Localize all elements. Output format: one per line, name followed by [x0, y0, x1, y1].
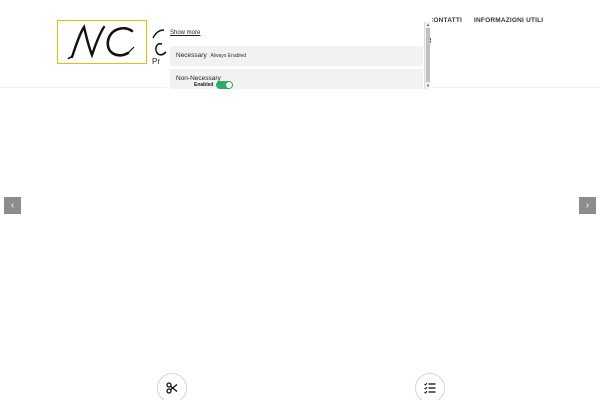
toggle-label: Enabled: [194, 82, 214, 88]
cookie-category-necessary[interactable]: Necessary Always Enabled: [170, 46, 423, 66]
feature-circle-checklist: [415, 373, 445, 400]
feature-circle-scissors: [157, 373, 187, 400]
checklist-icon: [424, 382, 436, 394]
slider-next-button[interactable]: ›: [579, 197, 596, 214]
show-more-link[interactable]: Show more: [170, 30, 200, 36]
category-title: Necessary Always Enabled: [176, 52, 246, 59]
scroll-down-icon[interactable]: ▼: [425, 83, 431, 89]
chevron-right-icon: ›: [585, 200, 590, 211]
cookie-category-non-necessary[interactable]: Non-Necessary Enabled: [170, 69, 423, 89]
scroll-thumb[interactable]: [426, 28, 430, 82]
page: Pr CONTATTI INFORMAZIONI UTILI ✕ Show mo…: [0, 0, 600, 400]
non-necessary-toggle[interactable]: [216, 81, 234, 89]
slider-prev-button[interactable]: ‹: [4, 197, 21, 214]
main-nav: CONTATTI INFORMAZIONI UTILI: [430, 17, 543, 27]
popup-scrollbar[interactable]: ▲ ▼: [424, 22, 430, 89]
monogram-logo-icon: [67, 24, 135, 60]
toggle-group: Enabled: [194, 81, 234, 89]
scissors-icon: [166, 382, 178, 394]
cookie-settings-popup: ✕ Show more Necessary Always Enabled Non…: [167, 22, 431, 89]
always-enabled-note: Always Enabled: [210, 53, 247, 59]
chevron-left-icon: ‹: [10, 200, 15, 211]
toggle-knob: [226, 82, 233, 88]
nav-item-contatti[interactable]: CONTATTI: [432, 17, 462, 27]
nav-item-informazioni-utili[interactable]: INFORMAZIONI UTILI: [474, 17, 543, 27]
category-name: Necessary: [176, 52, 207, 59]
site-logo[interactable]: [57, 20, 147, 64]
